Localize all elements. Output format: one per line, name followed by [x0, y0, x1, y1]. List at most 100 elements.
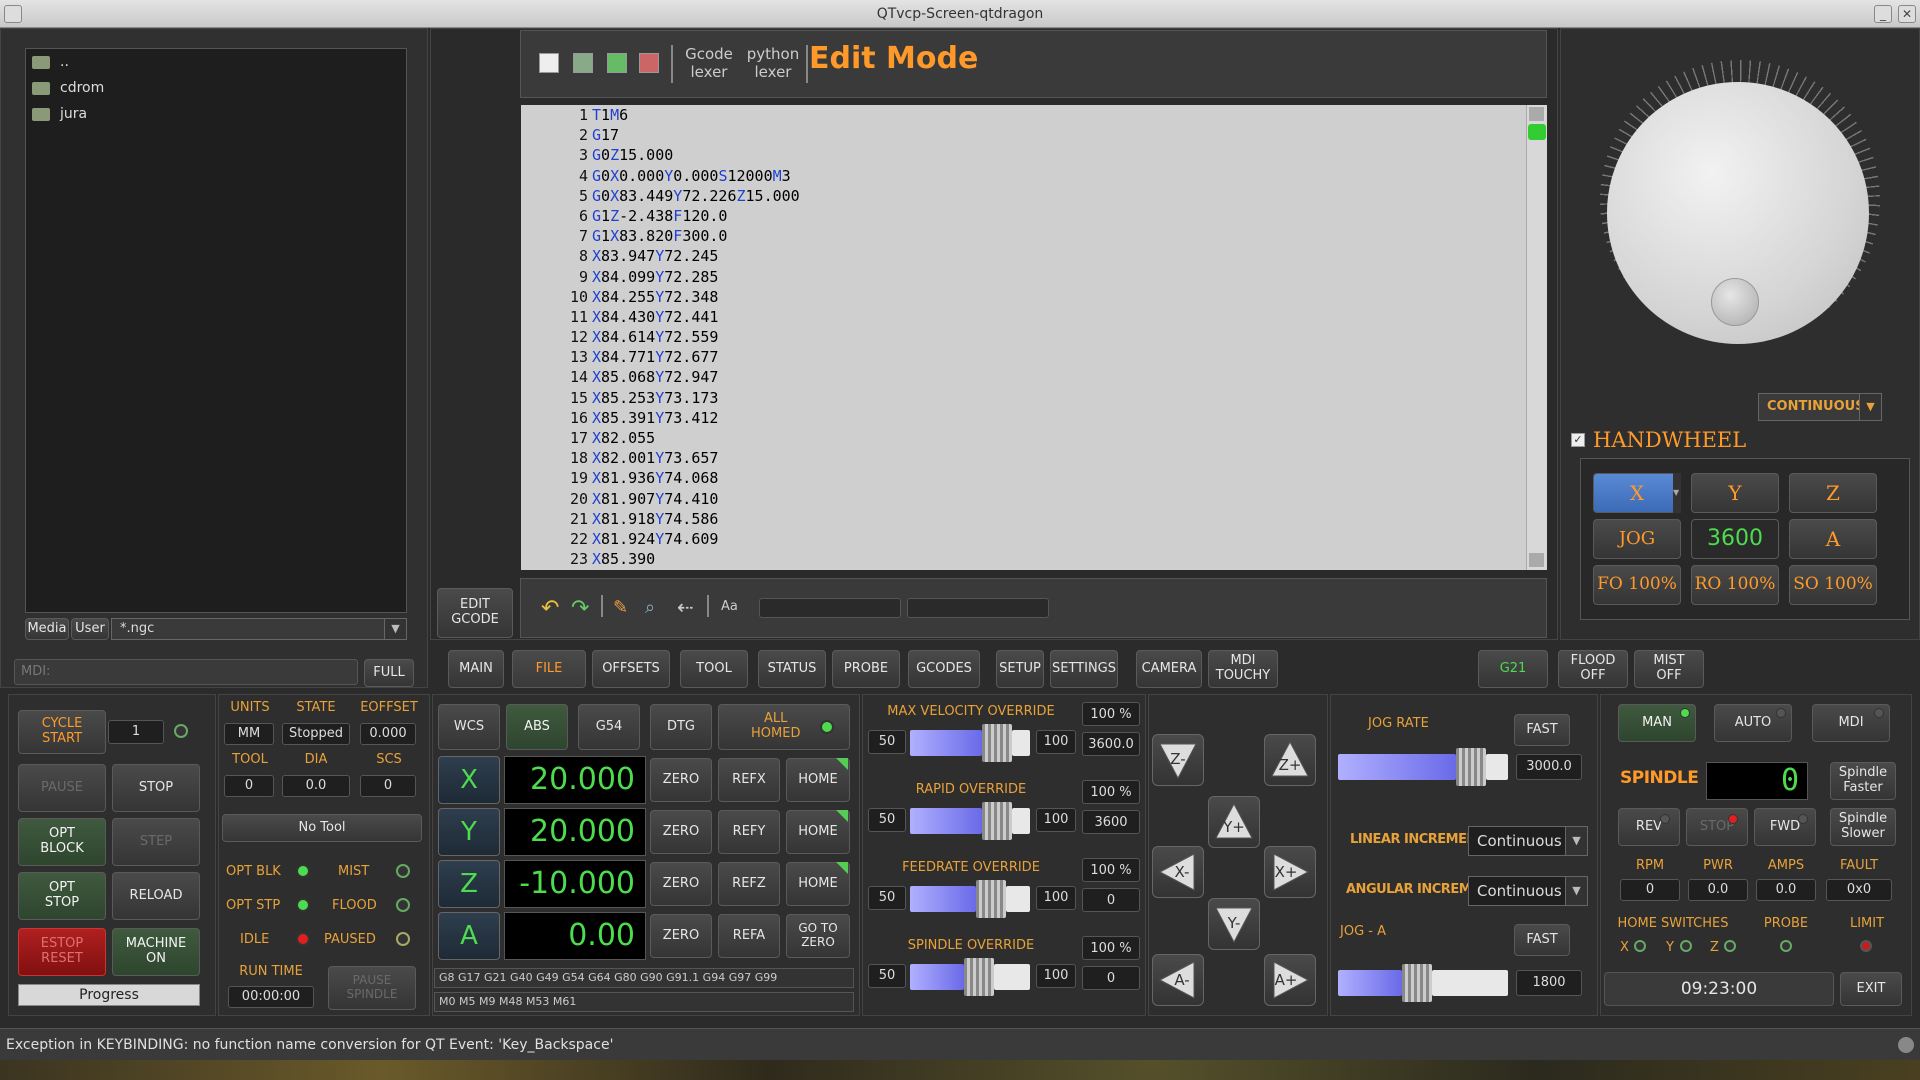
match-case-toggle[interactable]: Aa: [721, 599, 738, 614]
jog-y-minus-button[interactable]: Y-: [1208, 898, 1260, 950]
override-thumb[interactable]: [964, 958, 994, 996]
jog-a-slider[interactable]: [1338, 964, 1508, 1002]
hw-so-button[interactable]: SO 100%: [1789, 565, 1877, 605]
code-line[interactable]: 6 G1Z-2.438F120.0: [521, 206, 1526, 226]
tab-gcodes[interactable]: GCODES: [908, 650, 980, 688]
previous-icon[interactable]: ⇠: [677, 595, 694, 619]
cycle-count-display[interactable]: 1: [108, 720, 164, 744]
jog-y-plus-button[interactable]: Y+: [1208, 796, 1260, 848]
code-line[interactable]: 22 X81.924Y74.609: [521, 529, 1526, 549]
file-list-item[interactable]: ..: [26, 49, 406, 75]
hw-ro-button[interactable]: RO 100%: [1691, 565, 1779, 605]
chevron-down-icon[interactable]: ▼: [1565, 877, 1587, 905]
file-list-item[interactable]: cdrom: [26, 75, 406, 101]
machine-on-button[interactable]: MACHINE ON: [112, 928, 200, 976]
jog-fast-button[interactable]: FAST: [1514, 714, 1570, 746]
exit-editor-icon[interactable]: [639, 53, 659, 73]
new-file-icon[interactable]: [539, 53, 559, 73]
step-button[interactable]: STEP: [112, 818, 200, 866]
stop-button[interactable]: STOP: [112, 764, 200, 812]
hw-axis-x-button[interactable]: X: [1593, 473, 1681, 513]
tab-offsets[interactable]: OFFSETS: [592, 650, 670, 688]
tab-main[interactable]: MAIN: [448, 650, 504, 688]
dro-axis-a-label[interactable]: A: [438, 912, 500, 960]
code-line[interactable]: 16 X85.391Y73.412: [521, 408, 1526, 428]
code-line[interactable]: 7 G1X83.820F300.0: [521, 226, 1526, 246]
ref-z-button[interactable]: REFZ: [718, 862, 780, 906]
override-thumb[interactable]: [982, 802, 1012, 840]
opt-block-button[interactable]: OPT BLOCK: [18, 818, 106, 866]
code-line[interactable]: 13 X84.771Y72.677: [521, 347, 1526, 367]
zero-a-button[interactable]: ZERO: [650, 914, 712, 958]
jog-a-plus-button[interactable]: A+: [1264, 954, 1316, 1006]
scroll-thumb[interactable]: [1528, 124, 1546, 140]
reload-button[interactable]: RELOAD: [112, 872, 200, 920]
jog-a-thumb[interactable]: [1402, 964, 1432, 1002]
chevron-down-icon[interactable]: ▼: [1673, 473, 1681, 513]
dro-axis-x-label[interactable]: X: [438, 756, 500, 804]
jog-x-minus-button[interactable]: X-: [1152, 846, 1204, 898]
tab-settings[interactable]: SETTINGS: [1050, 650, 1118, 688]
code-line[interactable]: 10 X84.255Y72.348: [521, 287, 1526, 307]
estop-reset-button[interactable]: ESTOP RESET: [18, 928, 106, 976]
scroll-up-icon[interactable]: [1529, 107, 1544, 121]
code-line[interactable]: 1 T1M6: [521, 105, 1526, 125]
spindle-fwd-button[interactable]: FWD: [1754, 808, 1816, 846]
override-slider[interactable]: [910, 880, 1030, 918]
file-list[interactable]: .. cdrom jura: [25, 48, 407, 613]
spindle-rev-button[interactable]: REV: [1618, 808, 1680, 846]
opt-stop-button[interactable]: OPT STOP: [18, 872, 106, 920]
hw-axis-a-button[interactable]: A: [1789, 519, 1877, 559]
undo-icon[interactable]: ↶: [541, 596, 559, 621]
flood-off-button[interactable]: FLOOD OFF: [1558, 650, 1628, 688]
code-line[interactable]: 17 X82.055: [521, 428, 1526, 448]
handwheel-checkbox[interactable]: ✓: [1571, 433, 1585, 447]
window-menu-button[interactable]: [4, 5, 22, 23]
override-thumb[interactable]: [976, 880, 1006, 918]
file-filter-select[interactable]: *.ngc ▼: [111, 618, 407, 640]
wcs-button[interactable]: WCS: [438, 704, 500, 750]
file-list-item[interactable]: jura: [26, 101, 406, 127]
zero-x-button[interactable]: ZERO: [650, 758, 712, 802]
user-button[interactable]: User: [71, 618, 109, 640]
hw-axis-z-button[interactable]: Z: [1789, 473, 1877, 513]
chevron-down-icon[interactable]: ▼: [384, 619, 406, 639]
ref-y-button[interactable]: REFY: [718, 810, 780, 854]
open-file-icon[interactable]: [573, 53, 593, 73]
handwheel-knob[interactable]: [1711, 278, 1759, 326]
code-line[interactable]: 15 X85.253Y73.173: [521, 388, 1526, 408]
zero-z-button[interactable]: ZERO: [650, 862, 712, 906]
save-file-icon[interactable]: [607, 53, 627, 73]
mist-off-button[interactable]: MIST OFF: [1634, 650, 1704, 688]
code-line[interactable]: 11 X84.430Y72.441: [521, 307, 1526, 327]
jog-a-fast-button[interactable]: FAST: [1514, 924, 1570, 956]
g21-button[interactable]: G21: [1478, 650, 1548, 688]
exit-button[interactable]: EXIT: [1840, 972, 1902, 1006]
jog-rate-thumb[interactable]: [1456, 748, 1486, 786]
code-line[interactable]: 2 G17: [521, 125, 1526, 145]
g54-button[interactable]: G54: [578, 704, 640, 750]
gcode-editor[interactable]: 1 T1M6 2 G17 3 G0Z15.000 4 G0X0.000Y0.000S12000…: [521, 105, 1526, 570]
hw-jog-button[interactable]: JOG: [1593, 519, 1681, 559]
search-icon[interactable]: ⌕: [645, 597, 655, 618]
minimize-button[interactable]: _: [1874, 5, 1892, 23]
tab-setup[interactable]: SETUP: [996, 650, 1044, 688]
go-to-zero-button[interactable]: GO TO ZERO: [786, 914, 850, 958]
code-line[interactable]: 20 X81.907Y74.410: [521, 489, 1526, 509]
pause-button[interactable]: PAUSE: [18, 764, 106, 812]
ref-a-button[interactable]: REFA: [718, 914, 780, 958]
code-line[interactable]: 3 G0Z15.000: [521, 145, 1526, 165]
ref-x-button[interactable]: REFX: [718, 758, 780, 802]
redo-icon[interactable]: ↷: [571, 596, 589, 621]
gcode-lexer-button[interactable]: Gcode lexer: [679, 45, 739, 81]
hw-axis-y-button[interactable]: Y: [1691, 473, 1779, 513]
tab-file[interactable]: FILE: [512, 650, 586, 688]
chevron-down-icon[interactable]: ▼: [1859, 394, 1881, 420]
editor-scrollbar[interactable]: [1526, 105, 1547, 570]
override-slider[interactable]: [910, 802, 1030, 840]
linear-increment-select[interactable]: Continuous ▼: [1468, 826, 1588, 856]
scroll-down-icon[interactable]: [1529, 553, 1544, 567]
code-line[interactable]: 5 G0X83.449Y72.226Z15.000: [521, 186, 1526, 206]
code-line[interactable]: 4 G0X0.000Y0.000S12000M3: [521, 166, 1526, 186]
notification-icon[interactable]: [1898, 1037, 1914, 1053]
